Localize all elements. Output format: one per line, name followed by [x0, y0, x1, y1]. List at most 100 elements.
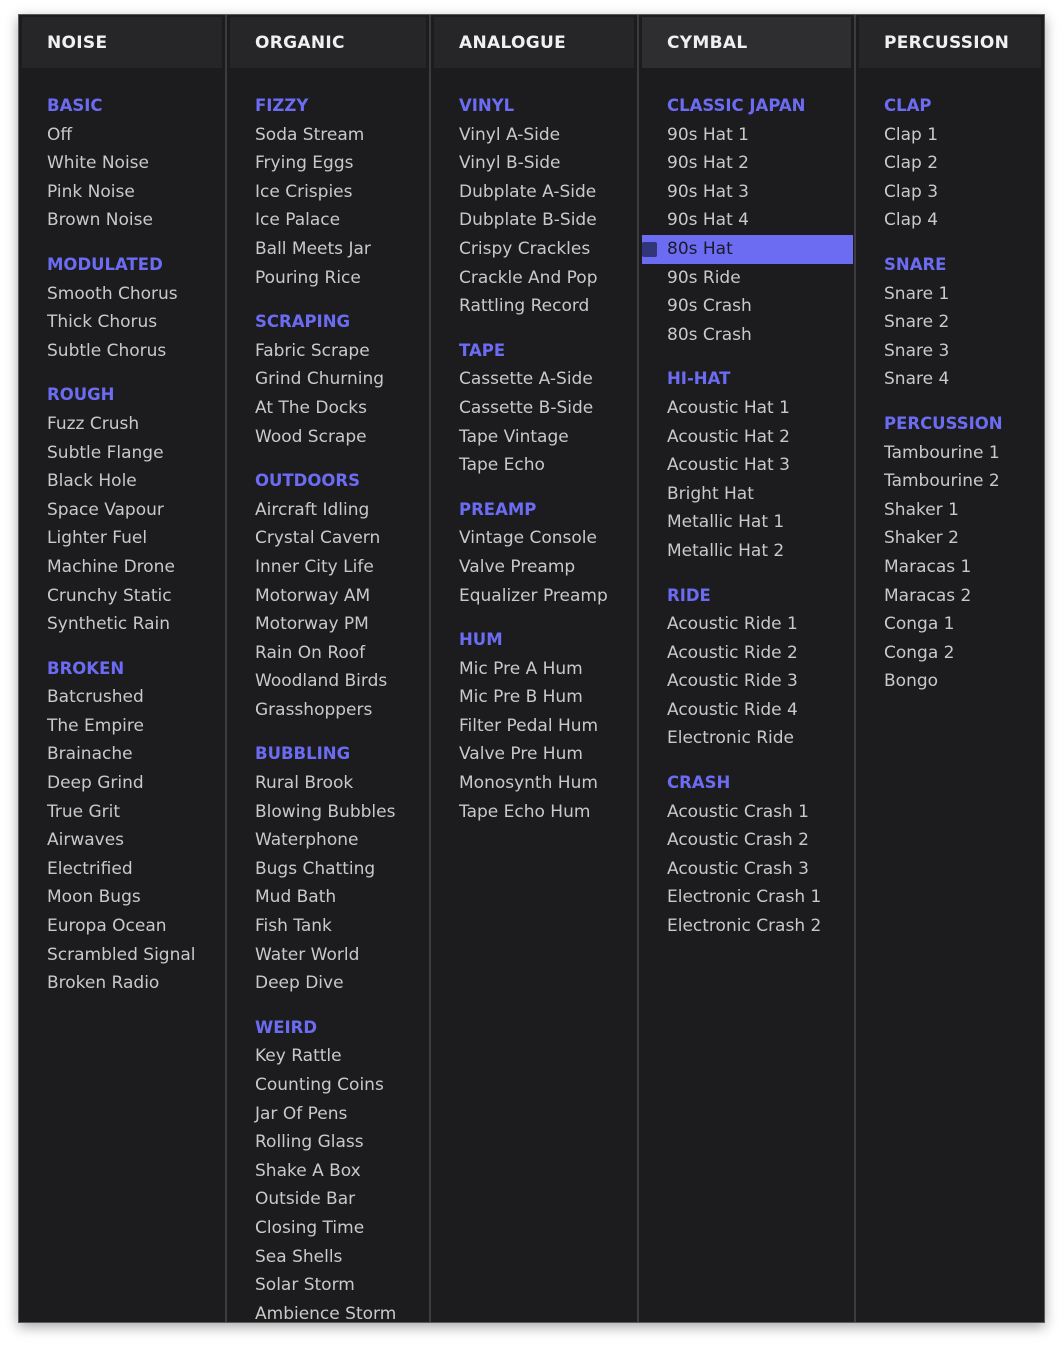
preset-item[interactable]: Waterphone — [227, 826, 429, 855]
preset-item[interactable]: Dubplate B-Side — [431, 206, 637, 235]
preset-item[interactable]: Vinyl B-Side — [431, 149, 637, 178]
preset-item[interactable]: True Grit — [19, 798, 225, 827]
preset-item[interactable]: Acoustic Hat 3 — [639, 451, 854, 480]
preset-item[interactable]: Ball Meets Jar — [227, 235, 429, 264]
preset-item[interactable]: Bugs Chatting — [227, 855, 429, 884]
preset-item[interactable]: Clap 4 — [856, 206, 1044, 235]
preset-item[interactable]: Metallic Hat 2 — [639, 537, 854, 566]
preset-item[interactable]: Airwaves — [19, 826, 225, 855]
preset-item[interactable]: Conga 1 — [856, 610, 1044, 639]
preset-item[interactable]: Rattling Record — [431, 292, 637, 321]
preset-item[interactable]: Blowing Bubbles — [227, 798, 429, 827]
preset-item[interactable]: Rolling Glass — [227, 1128, 429, 1157]
preset-item[interactable]: White Noise — [19, 149, 225, 178]
preset-item[interactable]: Water World — [227, 941, 429, 970]
preset-item[interactable]: Snare 3 — [856, 337, 1044, 366]
preset-item[interactable]: Black Hole — [19, 467, 225, 496]
preset-item[interactable]: Europa Ocean — [19, 912, 225, 941]
preset-item[interactable]: Acoustic Crash 1 — [639, 798, 854, 827]
preset-item[interactable]: Fabric Scrape — [227, 337, 429, 366]
preset-item[interactable]: Valve Pre Hum — [431, 740, 637, 769]
preset-item[interactable]: Crispy Crackles — [431, 235, 637, 264]
preset-item[interactable]: Aircraft Idling — [227, 496, 429, 525]
preset-item[interactable]: Fuzz Crush — [19, 410, 225, 439]
preset-item[interactable]: Dubplate A-Side — [431, 178, 637, 207]
preset-item[interactable]: 90s Hat 2 — [639, 149, 854, 178]
preset-item[interactable]: Solar Storm — [227, 1271, 429, 1300]
column-header[interactable]: ANALOGUE — [434, 17, 634, 68]
preset-item[interactable]: Filter Pedal Hum — [431, 712, 637, 741]
preset-item[interactable]: Electronic Crash 1 — [639, 883, 854, 912]
preset-item[interactable]: Mud Bath — [227, 883, 429, 912]
preset-item[interactable]: Valve Preamp — [431, 553, 637, 582]
preset-item[interactable]: Tambourine 1 — [856, 439, 1044, 468]
preset-item[interactable]: Shake A Box — [227, 1157, 429, 1186]
preset-item[interactable]: Acoustic Crash 2 — [639, 826, 854, 855]
preset-item[interactable]: Acoustic Crash 3 — [639, 855, 854, 884]
preset-item[interactable]: Deep Dive — [227, 969, 429, 998]
preset-item[interactable]: Moon Bugs — [19, 883, 225, 912]
preset-item[interactable]: Shaker 1 — [856, 496, 1044, 525]
preset-item[interactable]: Mic Pre B Hum — [431, 683, 637, 712]
preset-item[interactable]: Tambourine 2 — [856, 467, 1044, 496]
preset-item-selected[interactable]: 80s Hat — [642, 234, 853, 264]
preset-item[interactable]: Smooth Chorus — [19, 280, 225, 309]
preset-item[interactable]: Motorway PM — [227, 610, 429, 639]
preset-item[interactable]: Brainache — [19, 740, 225, 769]
preset-item[interactable]: Maracas 2 — [856, 582, 1044, 611]
preset-item[interactable]: Vinyl A-Side — [431, 121, 637, 150]
preset-item[interactable]: Deep Grind — [19, 769, 225, 798]
preset-item[interactable]: Key Rattle — [227, 1042, 429, 1071]
preset-item[interactable]: Equalizer Preamp — [431, 582, 637, 611]
preset-item[interactable]: The Empire — [19, 712, 225, 741]
preset-item[interactable]: Snare 4 — [856, 365, 1044, 394]
preset-item[interactable]: Cassette B-Side — [431, 394, 637, 423]
preset-item[interactable]: Brown Noise — [19, 206, 225, 235]
preset-item[interactable]: Ice Crispies — [227, 178, 429, 207]
preset-item[interactable]: Frying Eggs — [227, 149, 429, 178]
preset-item[interactable]: Crackle And Pop — [431, 264, 637, 293]
preset-item[interactable]: Scrambled Signal — [19, 941, 225, 970]
preset-item[interactable]: Acoustic Ride 1 — [639, 610, 854, 639]
preset-item[interactable]: Inner City Life — [227, 553, 429, 582]
preset-item[interactable]: Rural Brook — [227, 769, 429, 798]
preset-item[interactable]: At The Docks — [227, 394, 429, 423]
preset-item[interactable]: Monosynth Hum — [431, 769, 637, 798]
preset-item[interactable]: 80s Crash — [639, 321, 854, 350]
preset-item[interactable]: Crunchy Static — [19, 582, 225, 611]
preset-item[interactable]: Sea Shells — [227, 1243, 429, 1272]
preset-item[interactable]: Electronic Crash 2 — [639, 912, 854, 941]
preset-item[interactable]: Acoustic Ride 3 — [639, 667, 854, 696]
preset-item[interactable]: 90s Ride — [639, 264, 854, 293]
preset-item[interactable]: Mic Pre A Hum — [431, 655, 637, 684]
preset-item[interactable]: Space Vapour — [19, 496, 225, 525]
preset-item[interactable]: Grind Churning — [227, 365, 429, 394]
preset-item[interactable]: Bright Hat — [639, 480, 854, 509]
preset-item[interactable]: Motorway AM — [227, 582, 429, 611]
preset-item[interactable]: Subtle Flange — [19, 439, 225, 468]
preset-item[interactable]: Lighter Fuel — [19, 524, 225, 553]
preset-item[interactable]: Ambience Storm — [227, 1300, 429, 1329]
preset-item[interactable]: Closing Time — [227, 1214, 429, 1243]
preset-item[interactable]: Thick Chorus — [19, 308, 225, 337]
preset-item[interactable]: Batcrushed — [19, 683, 225, 712]
preset-item[interactable]: Acoustic Ride 4 — [639, 696, 854, 725]
preset-item[interactable]: Metallic Hat 1 — [639, 508, 854, 537]
preset-item[interactable]: Bongo — [856, 667, 1044, 696]
preset-item[interactable]: 90s Hat 3 — [639, 178, 854, 207]
preset-item[interactable]: Machine Drone — [19, 553, 225, 582]
preset-item[interactable]: Ice Palace — [227, 206, 429, 235]
preset-item[interactable]: Electronic Ride — [639, 724, 854, 753]
preset-item[interactable]: Crystal Cavern — [227, 524, 429, 553]
preset-item[interactable]: Conga 2 — [856, 639, 1044, 668]
preset-item[interactable]: Jar Of Pens — [227, 1100, 429, 1129]
preset-item[interactable]: Tape Echo Hum — [431, 798, 637, 827]
preset-item[interactable]: Clap 2 — [856, 149, 1044, 178]
preset-item[interactable]: Acoustic Ride 2 — [639, 639, 854, 668]
column-header[interactable]: NOISE — [22, 17, 222, 68]
preset-item[interactable]: Outside Bar — [227, 1185, 429, 1214]
preset-item[interactable]: Snare 2 — [856, 308, 1044, 337]
preset-item[interactable]: Counting Coins — [227, 1071, 429, 1100]
preset-item[interactable]: Vintage Console — [431, 524, 637, 553]
preset-item[interactable]: Pink Noise — [19, 178, 225, 207]
